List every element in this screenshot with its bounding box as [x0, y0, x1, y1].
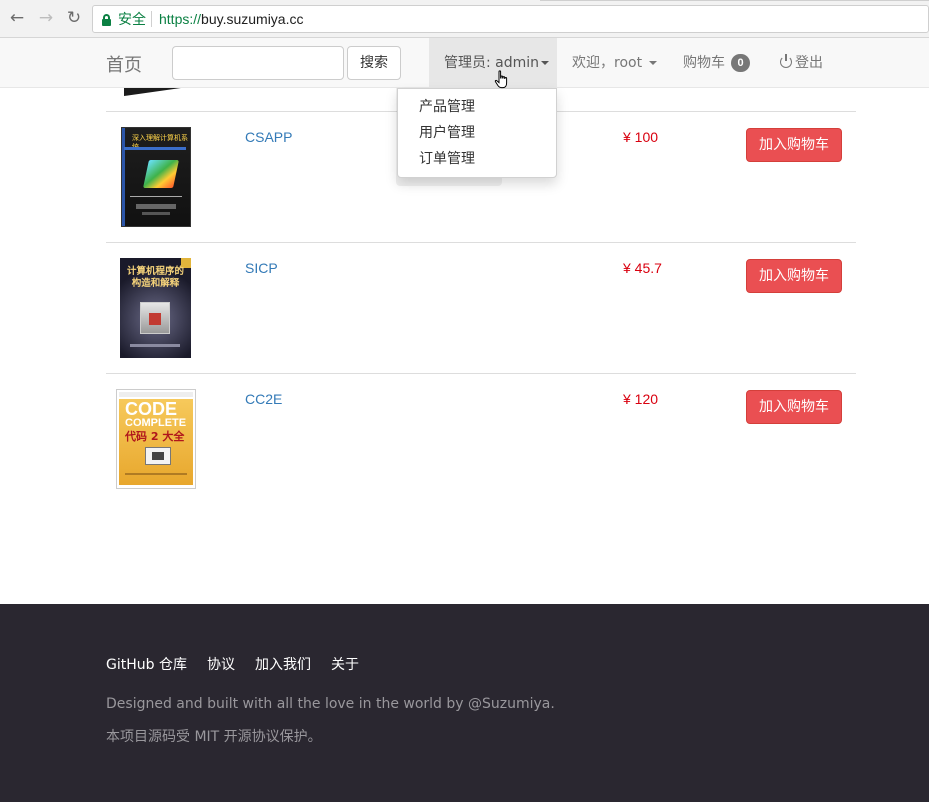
cart-label: 购物车 — [683, 55, 725, 71]
menu-item-product-management[interactable]: 产品管理 — [398, 94, 556, 120]
product-title-link[interactable]: CSAPP — [245, 129, 292, 145]
add-to-cart-button[interactable]: 加入购物车 — [746, 128, 842, 162]
admin-menu-toggle[interactable]: 管理员: admin — [429, 38, 557, 88]
url-scheme: https:// — [159, 11, 202, 27]
footer-link-about[interactable]: 关于 — [331, 657, 359, 673]
book-cover-image: CODE COMPLETE 代码 2 大全 — [116, 389, 196, 489]
product-row: CODE COMPLETE 代码 2 大全 CC2E ¥ 120 加入购物车 — [106, 374, 856, 505]
footer-link-terms[interactable]: 协议 — [207, 657, 235, 673]
footer-license: 本项目源码受 MIT 开源协议保护。 — [106, 729, 322, 745]
url-text: https://buy.suzumiya.cc — [159, 6, 303, 32]
footer-link-join[interactable]: 加入我们 — [255, 657, 311, 673]
caret-down-icon — [648, 61, 657, 65]
brand-home-link[interactable]: 首页 — [106, 51, 142, 77]
product-price: ¥ 120 — [623, 391, 659, 407]
product-row: 计算机程序的 构造和解释 SICP ¥ 45.7 加入购物车 — [106, 243, 856, 374]
book-cover-image: 计算机程序的 构造和解释 — [120, 258, 191, 358]
book-cover-image: 深入理解计算机系统 — [121, 127, 191, 227]
browser-toolbar: ← → ↻ 安全 https://buy.suzumiya.cc — [0, 0, 929, 38]
site-navbar: 首页 搜索 管理员: admin 欢迎，root 购物车 0 登出 — [0, 38, 929, 88]
cover-subtitle: COMPLETE — [125, 417, 187, 429]
lock-icon — [102, 14, 111, 26]
add-to-cart-button[interactable]: 加入购物车 — [746, 259, 842, 293]
reload-icon[interactable]: ↻ — [64, 8, 84, 28]
previous-book-cover — [124, 88, 186, 96]
back-icon[interactable]: ← — [7, 8, 27, 28]
cart-link[interactable]: 购物车 0 — [683, 38, 750, 88]
product-price: ¥ 100 — [623, 129, 659, 145]
caret-down-icon — [541, 61, 550, 65]
address-separator — [151, 11, 152, 27]
admin-menu-label: 管理员: admin — [444, 55, 540, 71]
site-footer: GitHub 仓库 协议 加入我们 关于 Designed and built wit… — [0, 604, 929, 802]
tab-strip-edge — [540, 0, 929, 1]
add-to-cart-button[interactable]: 加入购物车 — [746, 390, 842, 424]
cover-title: 计算机程序的 — [126, 266, 184, 277]
logout-label: 登出 — [795, 55, 823, 71]
product-price: ¥ 45.7 — [623, 260, 662, 276]
cart-count-badge: 0 — [731, 54, 750, 72]
footer-link-github[interactable]: GitHub 仓库 — [106, 657, 187, 673]
cover-subtitle: 构造和解释 — [131, 278, 180, 289]
welcome-label: 欢迎，root — [572, 55, 643, 71]
product-title-link[interactable]: SICP — [245, 260, 278, 276]
url-host: buy.suzumiya.cc — [201, 11, 304, 27]
forward-icon[interactable]: → — [36, 8, 56, 28]
power-icon — [780, 54, 793, 68]
search-input[interactable] — [172, 46, 344, 80]
menu-item-order-management[interactable]: 订单管理 — [398, 146, 556, 172]
menu-item-user-management[interactable]: 用户管理 — [398, 120, 556, 146]
product-title-link[interactable]: CC2E — [245, 391, 282, 407]
cover-chinese-title: 代码 2 大全 — [125, 430, 185, 443]
hand-cursor-icon — [494, 70, 508, 89]
welcome-menu-toggle[interactable]: 欢迎，root — [572, 38, 657, 88]
secure-label: 安全 — [118, 11, 146, 27]
address-bar[interactable]: 安全 https://buy.suzumiya.cc — [92, 5, 929, 33]
footer-links: GitHub 仓库 协议 加入我们 关于 — [106, 654, 379, 674]
logout-link[interactable]: 登出 — [780, 38, 823, 88]
search-button[interactable]: 搜索 — [347, 46, 401, 80]
cover-title: CODE — [125, 399, 178, 419]
footer-credit: Designed and built with all the love in … — [106, 696, 555, 712]
admin-dropdown-menu: 产品管理 用户管理 订单管理 — [397, 88, 557, 178]
